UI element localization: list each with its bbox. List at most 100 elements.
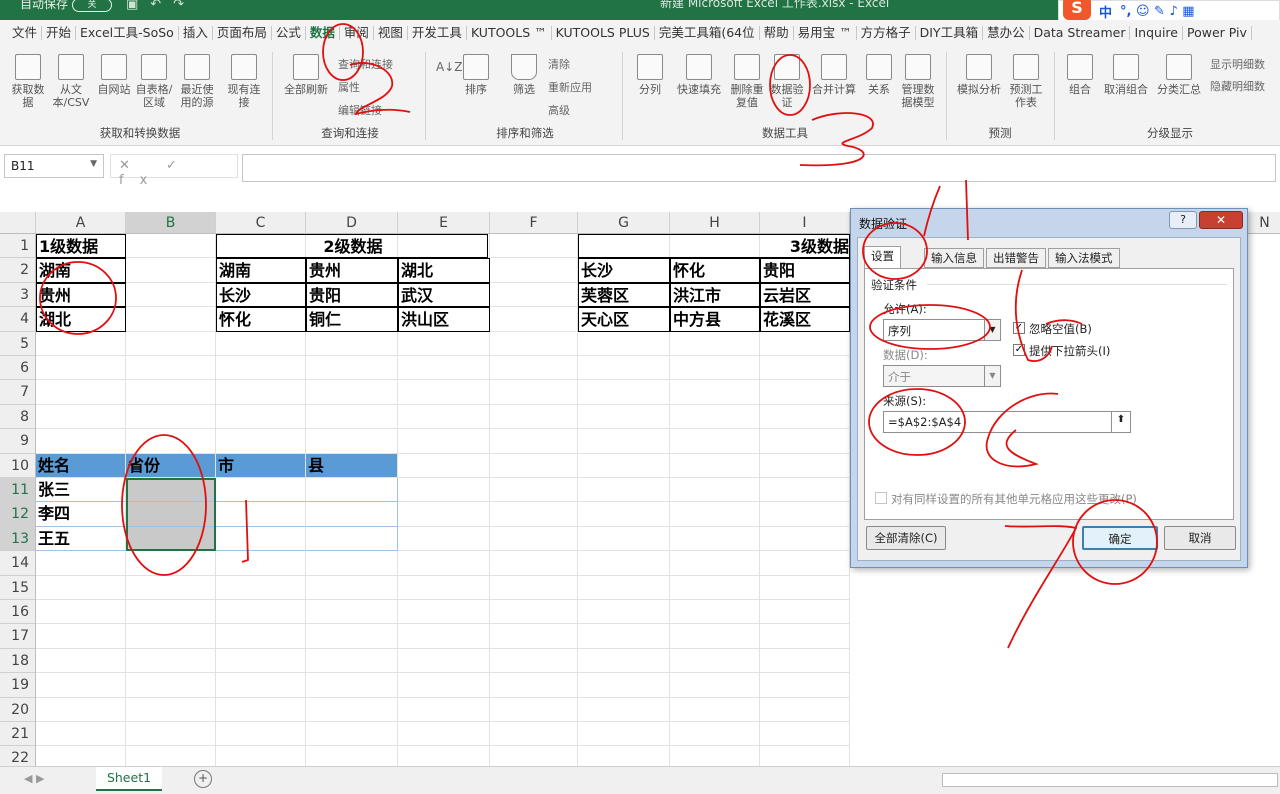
cell[interactable]: [306, 331, 398, 356]
cell[interactable]: [490, 307, 578, 332]
cell[interactable]: [670, 356, 760, 381]
cell[interactable]: [578, 648, 670, 674]
cell[interactable]: [490, 453, 578, 478]
cell-e4[interactable]: 洪山区: [398, 307, 490, 332]
ok-button[interactable]: 确定: [1082, 526, 1158, 550]
column-header-h[interactable]: H: [670, 212, 760, 234]
cell[interactable]: [36, 575, 126, 600]
cell[interactable]: [36, 722, 126, 747]
cell[interactable]: [578, 404, 670, 430]
cell[interactable]: [216, 697, 306, 722]
cell[interactable]: [306, 697, 398, 722]
sheet-tab[interactable]: Sheet1: [96, 767, 162, 791]
menu-tab[interactable]: 慧办公: [983, 26, 1030, 40]
cell-e3[interactable]: 武汉: [398, 282, 490, 308]
cell[interactable]: [670, 526, 760, 552]
cell[interactable]: [216, 673, 306, 698]
menu-tab[interactable]: KUTOOLS PLUS: [552, 26, 655, 40]
cell[interactable]: [760, 673, 850, 698]
row-header[interactable]: 15: [0, 575, 36, 600]
cell[interactable]: [398, 673, 490, 698]
cell[interactable]: [578, 380, 670, 405]
tab-ime-mode[interactable]: 输入法模式: [1048, 248, 1120, 268]
sogou-logo-icon[interactable]: S: [1063, 0, 1091, 20]
menu-tab[interactable]: Power Piv: [1183, 26, 1252, 40]
cell[interactable]: [578, 331, 670, 356]
cell-i2[interactable]: 贵阳: [760, 258, 850, 283]
help-button[interactable]: ?: [1169, 211, 1197, 229]
cell[interactable]: [126, 404, 216, 430]
cell[interactable]: [670, 600, 760, 625]
cell[interactable]: [216, 575, 306, 600]
province-input-cell[interactable]: [306, 526, 398, 552]
cell[interactable]: [126, 575, 216, 600]
cell[interactable]: [490, 380, 578, 405]
cell[interactable]: [36, 600, 126, 625]
clear-filter-button[interactable]: 清除: [548, 56, 570, 72]
cell[interactable]: [36, 380, 126, 405]
cell[interactable]: [578, 575, 670, 600]
cell-d3[interactable]: 贵阳: [306, 282, 398, 308]
cell[interactable]: [760, 502, 850, 527]
row-header[interactable]: 1: [0, 234, 36, 259]
horizontal-scrollbar[interactable]: [942, 773, 1278, 787]
cell[interactable]: [398, 624, 490, 649]
cell[interactable]: [490, 331, 578, 356]
row-header[interactable]: 9: [0, 429, 36, 454]
cell[interactable]: [490, 282, 578, 308]
menu-tab[interactable]: DIY工具箱: [916, 26, 984, 40]
cell[interactable]: [306, 356, 398, 381]
formula-icons[interactable]: ✕ ✓ fx: [110, 154, 238, 188]
cell[interactable]: [306, 673, 398, 698]
get-data-button[interactable]: 获取数据: [8, 54, 48, 109]
text-to-columns-button[interactable]: 分列: [632, 54, 668, 96]
cell[interactable]: [760, 429, 850, 454]
cell[interactable]: [670, 648, 760, 674]
cell[interactable]: [760, 404, 850, 430]
cell[interactable]: [760, 356, 850, 381]
cell[interactable]: [306, 551, 398, 576]
cell-a10[interactable]: 姓名: [36, 453, 126, 478]
cell[interactable]: [398, 404, 490, 430]
sheet-nav-icon[interactable]: ◀ ▶: [24, 772, 44, 785]
cell[interactable]: [760, 600, 850, 625]
row-header[interactable]: 3: [0, 282, 36, 308]
cell[interactable]: [490, 600, 578, 625]
column-header-e[interactable]: E: [398, 212, 490, 234]
cell[interactable]: [760, 380, 850, 405]
tab-error-alert[interactable]: 出错警告: [986, 248, 1046, 268]
cell[interactable]: [398, 600, 490, 625]
cell[interactable]: [578, 356, 670, 381]
cell[interactable]: [126, 282, 216, 308]
cell[interactable]: [490, 502, 578, 527]
row-header[interactable]: 5: [0, 331, 36, 356]
column-header-c[interactable]: C: [216, 212, 306, 234]
row-header[interactable]: 19: [0, 673, 36, 698]
queries-connections-button[interactable]: 查询和连接: [338, 56, 393, 72]
menu-tab[interactable]: 完美工具箱(64位: [655, 26, 760, 40]
row-header[interactable]: 6: [0, 356, 36, 381]
cell[interactable]: [670, 453, 760, 478]
advanced-filter-button[interactable]: 高级: [548, 102, 570, 118]
cell[interactable]: [126, 258, 216, 283]
existing-connections-button[interactable]: 现有连接: [226, 54, 262, 109]
row-header[interactable]: 8: [0, 404, 36, 430]
cell-d10[interactable]: 县: [306, 453, 398, 478]
cell[interactable]: [578, 502, 670, 527]
cell[interactable]: [126, 600, 216, 625]
row-header[interactable]: 13: [0, 526, 36, 552]
menu-tab[interactable]: 公式: [272, 26, 306, 40]
row-header[interactable]: 7: [0, 380, 36, 405]
from-table-button[interactable]: 自表格/区域: [134, 54, 174, 109]
cell[interactable]: [398, 478, 490, 503]
cell[interactable]: [760, 697, 850, 722]
sort-button[interactable]: 排序: [458, 54, 494, 96]
cell[interactable]: [670, 551, 760, 576]
cell-a2[interactable]: 湖南: [36, 258, 126, 283]
apply-all-checkbox[interactable]: [875, 492, 887, 504]
row-header[interactable]: 14: [0, 551, 36, 576]
autosave-toggle[interactable]: 关: [72, 0, 113, 12]
menu-tab[interactable]: 开始: [42, 26, 77, 40]
collapse-range-icon[interactable]: ⬆: [1111, 411, 1131, 433]
cell[interactable]: [398, 648, 490, 674]
